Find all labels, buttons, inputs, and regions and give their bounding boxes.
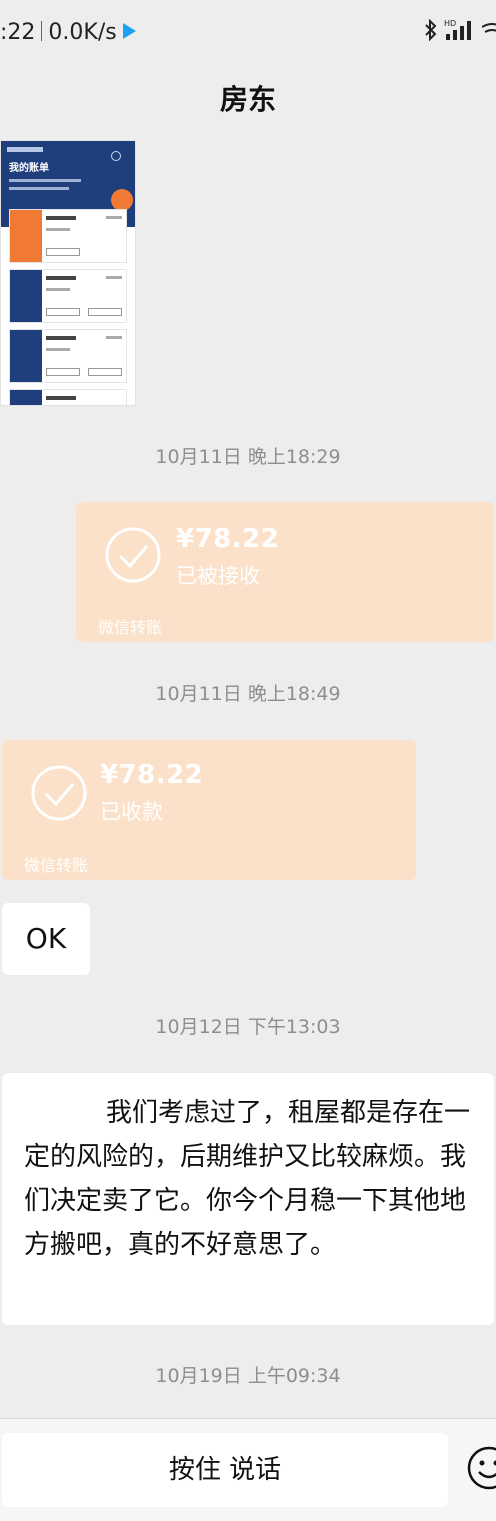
wifi-icon xyxy=(482,19,496,41)
timestamp: 10月12日 下午13:03 xyxy=(0,1012,496,1039)
bluetooth-icon xyxy=(424,19,438,41)
message-bubble[interactable]: OK xyxy=(2,903,90,975)
transfer-status: 已被接收 xyxy=(176,560,260,590)
screenshot-line xyxy=(9,187,69,190)
transfer-status: 已收款 xyxy=(100,796,163,826)
status-left: :22 0.0K/s xyxy=(0,20,136,45)
input-bar: 按住 说话 xyxy=(0,1418,496,1521)
shared-screenshot-image[interactable]: 我的账单 xyxy=(0,140,136,406)
screenshot-gear-icon xyxy=(111,151,121,161)
transfer-card-sent[interactable]: ¥78.22 已被接收 微信转账 xyxy=(76,502,494,642)
hd-label: HD xyxy=(444,19,456,28)
transfer-amount: ¥78.22 xyxy=(176,524,279,554)
transfer-amount: ¥78.22 xyxy=(100,760,203,790)
check-circle-icon xyxy=(30,764,88,822)
status-right: HD xyxy=(424,18,496,42)
screenshot-card xyxy=(9,329,127,383)
transfer-label: 微信转账 xyxy=(24,852,88,876)
status-bar: :22 0.0K/s HD xyxy=(0,0,496,70)
emoji-icon[interactable] xyxy=(466,1445,496,1491)
hold-to-talk-button[interactable]: 按住 说话 xyxy=(2,1433,448,1507)
media-play-icon xyxy=(123,23,136,39)
redacted-name xyxy=(24,1120,106,1121)
screenshot-card xyxy=(9,389,127,406)
status-divider xyxy=(41,21,42,41)
chat-title: 房东 xyxy=(0,78,496,118)
timestamp: 10月11日 晚上18:49 xyxy=(0,679,496,706)
message-text: 我们考虑过了，租屋都是存在一定的风险的，后期维护又比较麻烦。我们决定卖了它。你今… xyxy=(24,1098,470,1260)
signal-icon: HD xyxy=(444,18,476,42)
screenshot-logo xyxy=(7,147,43,152)
screenshot-heading: 我的账单 xyxy=(9,159,49,174)
transfer-card-received[interactable]: ¥78.22 已收款 微信转账 xyxy=(2,740,416,880)
status-time: :22 xyxy=(0,20,35,45)
network-speed: 0.0K/s xyxy=(48,20,116,45)
check-circle-icon xyxy=(104,526,162,584)
transfer-label: 微信转账 xyxy=(98,614,162,638)
screenshot-card xyxy=(9,269,127,323)
screenshot-card xyxy=(9,209,127,263)
timestamp: 10月19日 上午09:34 xyxy=(0,1361,496,1388)
timestamp: 10月11日 晚上18:29 xyxy=(0,442,496,469)
message-bubble[interactable]: 我们考虑过了，租屋都是存在一定的风险的，后期维护又比较麻烦。我们决定卖了它。你今… xyxy=(2,1073,494,1325)
screenshot-line xyxy=(9,179,81,182)
screenshot-badge xyxy=(111,189,133,211)
